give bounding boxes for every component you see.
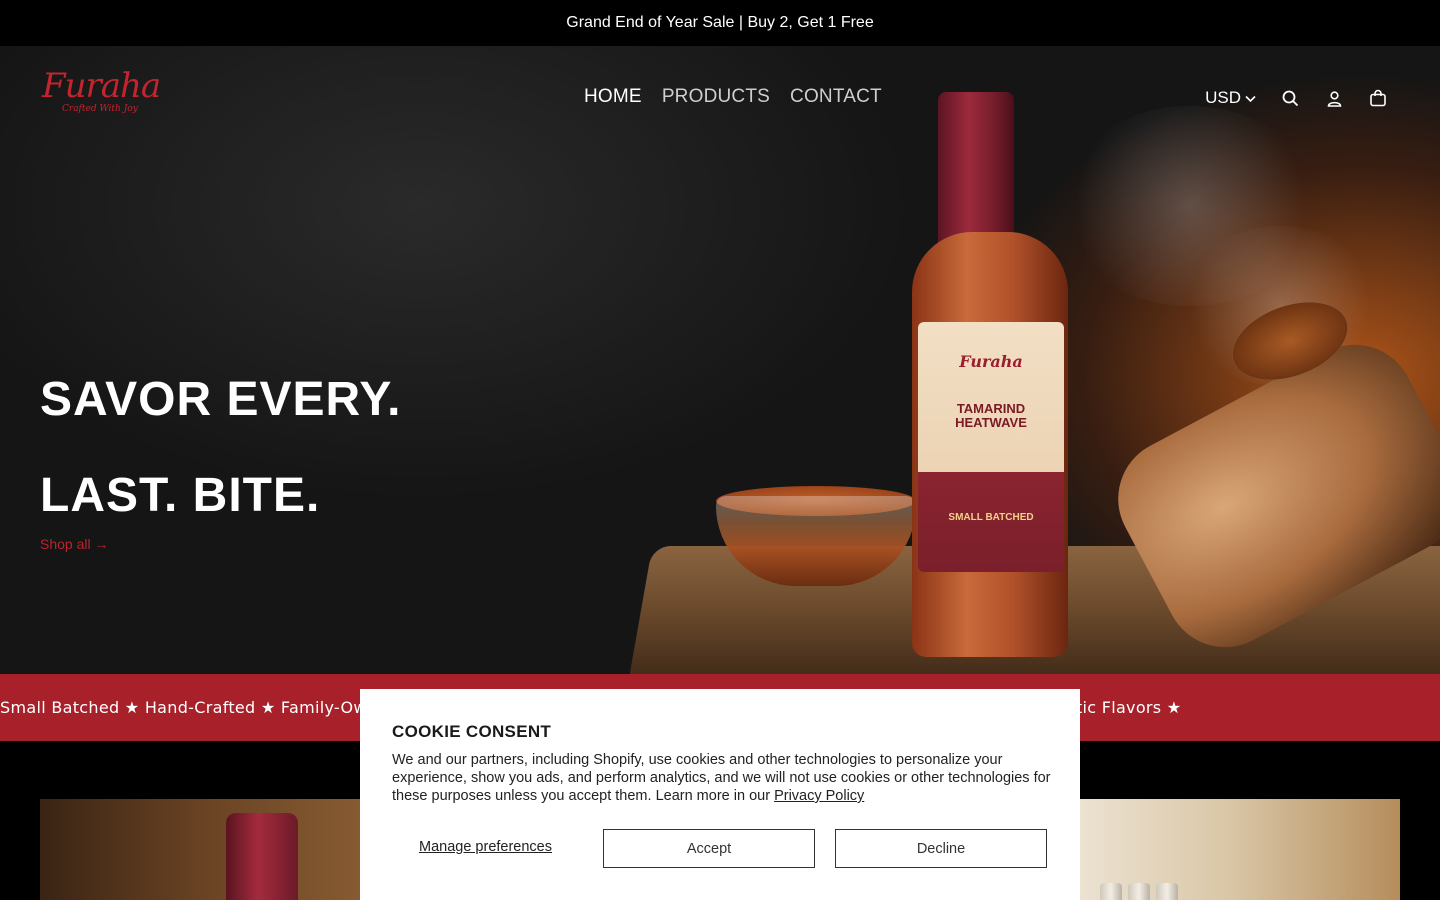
main-nav: HOME PRODUCTS CONTACT [584,86,882,108]
logo-tagline: Crafted With Joy [62,104,138,114]
search-icon[interactable] [1280,88,1300,108]
featured-product-image[interactable] [40,799,380,900]
bottle-label-batch: SMALL BATCHED [948,512,1034,523]
cart-icon[interactable] [1368,88,1388,108]
hero-copy: SAVOR EVERY. LAST. BITE. Shop all → [40,328,401,554]
brand-logo[interactable]: Furaha Crafted With Joy [42,66,161,122]
header-tools: USD [1205,88,1388,108]
announcement-bar: Grand End of Year Sale | Buy 2, Get 1 Fr… [0,0,1440,46]
accept-button[interactable]: Accept [603,829,815,868]
logo-wordmark: Furaha [42,66,161,106]
hero-title: SAVOR EVERY. LAST. BITE. [40,373,402,522]
nav-item-products[interactable]: PRODUCTS [662,86,770,108]
cookie-consent-dialog: COOKIE CONSENT We and our partners, incl… [360,689,1080,900]
featured-product-image[interactable] [1060,799,1400,900]
decline-button[interactable]: Decline [835,829,1047,868]
cookie-title: COOKIE CONSENT [392,722,552,741]
bottle-label-brand: Furaha [959,352,1023,371]
currency-selector[interactable]: USD [1205,88,1256,108]
nav-item-contact[interactable]: CONTACT [790,86,882,108]
bottle-label-name: TAMARIND HEATWAVE [955,401,1027,430]
currency-label: USD [1205,88,1241,107]
site-header: Furaha Crafted With Joy HOME PRODUCTS CO… [0,46,1440,154]
nav-item-home[interactable]: HOME [584,86,642,108]
announcement-text: Grand End of Year Sale | Buy 2, Get 1 Fr… [566,14,874,31]
chevron-down-icon [1245,88,1256,108]
cookie-actions: Manage preferences Accept Decline [392,829,1048,868]
cookie-body: We and our partners, including Shopify, … [392,752,1051,804]
shop-all-link[interactable]: Shop all → [40,536,108,552]
bottle-label: Furaha TAMARIND HEATWAVE SMALL BATCHED [918,322,1064,572]
privacy-policy-link[interactable]: Privacy Policy [774,788,864,804]
account-icon[interactable] [1324,88,1344,108]
hot-sauce-bottle-image: Furaha TAMARIND HEATWAVE SMALL BATCHED [908,92,1072,657]
manage-preferences-button[interactable]: Manage preferences [419,839,552,855]
